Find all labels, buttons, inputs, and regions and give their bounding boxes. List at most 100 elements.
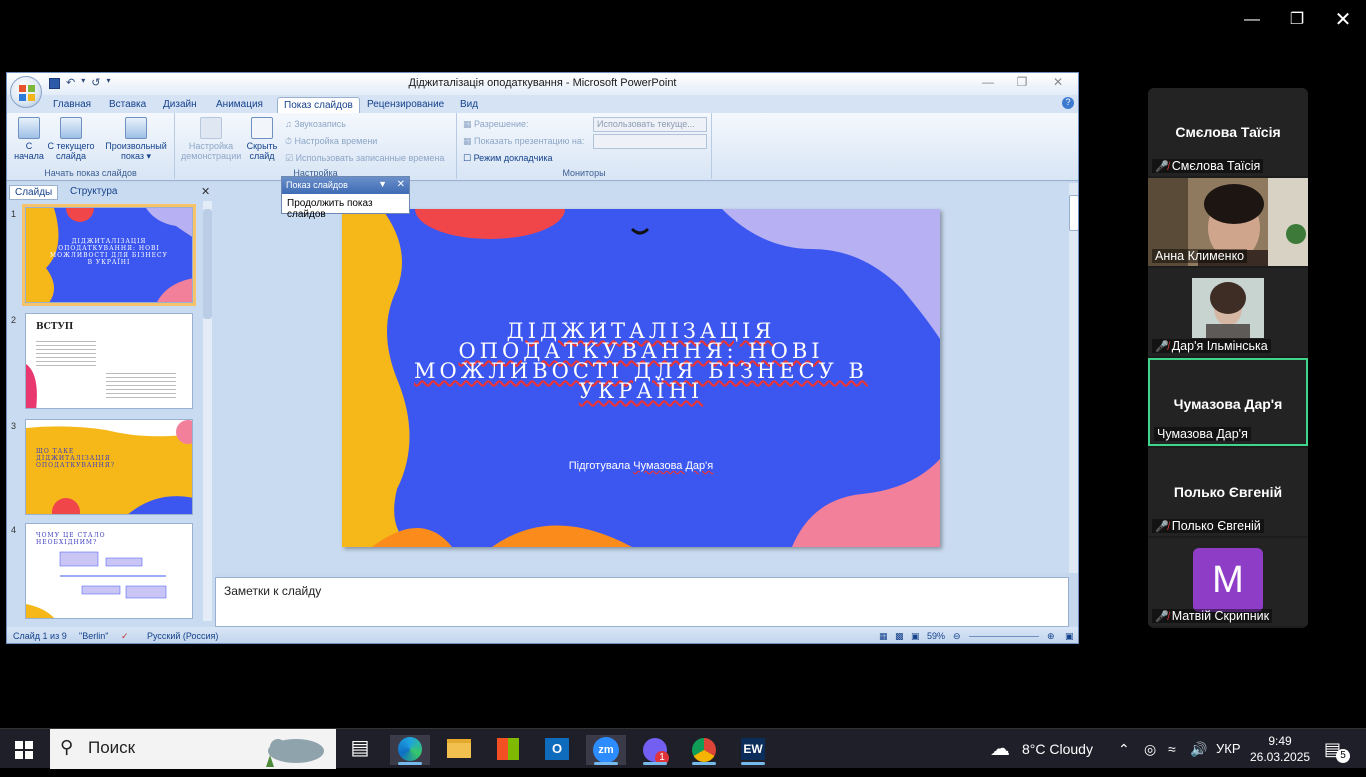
use-timings-checkbox[interactable]: ☑ Использовать записанные времена	[285, 153, 444, 164]
slide-thumbnail-2[interactable]: ВСТУП	[25, 313, 193, 409]
current-slide[interactable]: ДІДЖИТАЛІЗАЦІЯ ОПОДАТКУВАННЯ: НОВІ МОЖЛИ…	[342, 209, 940, 547]
hide-slide-button[interactable]: Скрыть слайд	[245, 117, 279, 161]
language-indicator[interactable]: УКР	[1216, 729, 1241, 769]
zoom-in-icon[interactable]: ⊕	[1047, 631, 1055, 642]
slide-scrollbar[interactable]	[1069, 183, 1078, 573]
floatbar-dropdown-icon[interactable]: ▼	[378, 179, 387, 189]
cloud-icon[interactable]: ☁	[990, 729, 1010, 769]
resolution-dropdown[interactable]: Использовать текуще...	[593, 117, 707, 132]
redo-icon[interactable]: ↺	[91, 76, 100, 92]
slide-thumbnail-3[interactable]: ЩО ТАКЕ ДІДЖИТАЛІЗАЦІЯ ОПОДАТКУВАННЯ?	[25, 419, 193, 515]
record-narration-button[interactable]: ♫ Звукозапись	[285, 119, 346, 129]
thumb-2-text-lines	[106, 370, 176, 400]
subtitle-name: Чумазова Дар'я	[633, 460, 714, 472]
tab-outline[interactable]: Структура	[65, 185, 122, 200]
ppt-titlebar: Діджиталізація оподаткування - Microsoft…	[7, 73, 1078, 95]
office-button[interactable]	[10, 76, 42, 108]
from-start-button[interactable]: С начала	[11, 117, 47, 161]
windows-start-icon[interactable]	[15, 741, 33, 759]
volume-icon[interactable]: 🔊	[1190, 729, 1207, 769]
meet-now-icon[interactable]: ◎	[1144, 729, 1156, 769]
task-view-icon[interactable]: ▤	[340, 735, 380, 765]
participant-tile[interactable]: Полько Євгеній 🎤̸ Полько Євгеній	[1148, 448, 1308, 536]
quick-access-toolbar: ↶ ▾ ↺ ▾	[49, 76, 110, 92]
spellcheck-icon[interactable]: ✓	[121, 631, 129, 642]
group-label-monitors: Мониторы	[562, 168, 606, 178]
slide-subtitle[interactable]: Підготувала Чумазова Дар'я	[342, 460, 940, 472]
participant-tile[interactable]: Анна Клименко	[1148, 178, 1308, 266]
tab-home[interactable]: Главная	[47, 97, 97, 113]
resume-slideshow-button[interactable]: Продолжить показ слайдов	[282, 194, 409, 224]
participant-label: 🎤̸ Смєлова Таїсія	[1152, 159, 1264, 173]
floatbar-header[interactable]: Показ слайдов ▼ ✕	[282, 177, 409, 194]
customize-qat-icon[interactable]: ▾	[106, 76, 110, 92]
undo-icon[interactable]: ↶	[66, 76, 75, 92]
floatbar-close-icon[interactable]: ✕	[397, 179, 405, 190]
thumb-scrollbar-handle[interactable]	[203, 209, 212, 319]
thumb-scrollbar[interactable]	[203, 201, 212, 621]
restore-button[interactable]: ❐	[1282, 8, 1312, 32]
thumb-1-title: ДІДЖИТАЛІЗАЦІЯ ОПОДАТКУВАННЯ: НОВІ МОЖЛИ…	[50, 238, 168, 266]
slide-sorter-icon[interactable]: ▩	[895, 631, 904, 642]
fit-window-icon[interactable]: ▣	[1065, 631, 1074, 642]
tab-animation[interactable]: Анимация	[210, 97, 269, 113]
tray-chevron-icon[interactable]: ⌃	[1118, 729, 1130, 769]
easyworship-icon[interactable]: EW	[733, 735, 773, 765]
tab-slideshow[interactable]: Показ слайдов	[277, 97, 360, 113]
presenter-view-checkbox[interactable]: ☐ Режим докладчика	[463, 153, 553, 164]
slideshow-view-icon[interactable]: ▣	[911, 631, 920, 642]
custom-show-button[interactable]: Произвольный показ ▾	[103, 117, 169, 161]
notes-pane[interactable]: Заметки к слайду	[215, 577, 1069, 627]
participant-tile-active-speaker[interactable]: Чумазова Дар'я Чумазова Дар'я	[1148, 358, 1308, 446]
save-icon[interactable]	[49, 78, 60, 89]
participant-tile[interactable]: Смєлова Таїсія 🎤̸ Смєлова Таїсія	[1148, 88, 1308, 176]
zoom-icon[interactable]: zm	[586, 735, 626, 765]
weather-text[interactable]: 8°C Cloudy	[1022, 729, 1093, 769]
normal-view-icon[interactable]: ▦	[879, 631, 888, 642]
slide-title[interactable]: ДІДЖИТАЛІЗАЦІЯ ОПОДАТКУВАННЯ: НОВІ МОЖЛИ…	[402, 321, 880, 402]
hide-slide-icon	[251, 117, 273, 139]
zoom-level[interactable]: 59%	[927, 631, 945, 641]
close-panel-icon[interactable]: ✕	[201, 185, 210, 198]
close-button[interactable]: ✕	[1328, 8, 1358, 32]
microsoft-store-icon[interactable]	[488, 735, 528, 765]
wifi-icon[interactable]: ≈	[1168, 729, 1176, 769]
play-from-start-icon	[18, 117, 40, 139]
group-setup: Настройка демонстрации Скрыть слайд ♫ Зв…	[175, 113, 457, 179]
minimize-button[interactable]: —	[1237, 8, 1267, 32]
tab-insert[interactable]: Вставка	[103, 97, 152, 113]
slide-scrollbar-handle[interactable]	[1069, 195, 1078, 231]
show-on-dropdown[interactable]	[593, 134, 707, 149]
clock-date[interactable]: 26.03.2025	[1250, 737, 1310, 777]
slides-panel: Слайды Структура ✕ 1 ДІДЖИТАЛІЗАЦІЯ ОПОД…	[7, 183, 217, 627]
slide-thumbnail-4[interactable]: ЧОМУ ЦЕ СТАЛО НЕОБХІДНИМ?	[25, 523, 193, 619]
edge-icon[interactable]	[390, 735, 430, 765]
ppt-restore-button[interactable]: ❐	[1008, 75, 1036, 91]
ppt-minimize-button[interactable]: —	[974, 75, 1002, 91]
zoom-out-icon[interactable]: ⊖	[953, 631, 961, 642]
participant-tile[interactable]: 🎤̸ Дар'я Ільмінська	[1148, 268, 1308, 356]
tab-view[interactable]: Вид	[454, 97, 484, 113]
tab-slides[interactable]: Слайды	[9, 185, 59, 200]
tab-design[interactable]: Дизайн	[157, 97, 203, 113]
tab-review[interactable]: Рецензирование	[361, 97, 450, 113]
floatbar-title: Показ слайдов	[286, 180, 348, 190]
viber-icon[interactable]: 1	[635, 735, 675, 765]
file-explorer-icon[interactable]	[439, 735, 479, 765]
outlook-icon[interactable]: O	[537, 735, 577, 765]
setup-show-button[interactable]: Настройка демонстрации	[181, 117, 241, 161]
rehearse-timings-button[interactable]: ⏱ Настройка времени	[285, 136, 377, 147]
dropdown-icon[interactable]: ▾	[81, 76, 85, 92]
thumb-2-title: ВСТУП	[36, 322, 74, 332]
chrome-icon[interactable]	[684, 735, 724, 765]
group-start-slideshow: С начала С текущего слайда Произвольный …	[7, 113, 175, 179]
mic-muted-icon: 🎤̸	[1155, 521, 1169, 533]
from-current-button[interactable]: С текущего слайда	[47, 117, 95, 161]
help-icon[interactable]: ?	[1062, 97, 1074, 109]
language-indicator[interactable]: Русский (Россия)	[147, 631, 218, 641]
slide-thumbnail-1[interactable]: ДІДЖИТАЛІЗАЦІЯ ОПОДАТКУВАННЯ: НОВІ МОЖЛИ…	[22, 204, 196, 306]
ppt-close-button[interactable]: ✕	[1044, 75, 1072, 91]
participant-tile[interactable]: M 🎤̸ Матвій Скрипник	[1148, 538, 1308, 626]
search-box[interactable]: ⚲ Поиск	[50, 729, 336, 769]
zoom-slider[interactable]	[969, 636, 1039, 637]
